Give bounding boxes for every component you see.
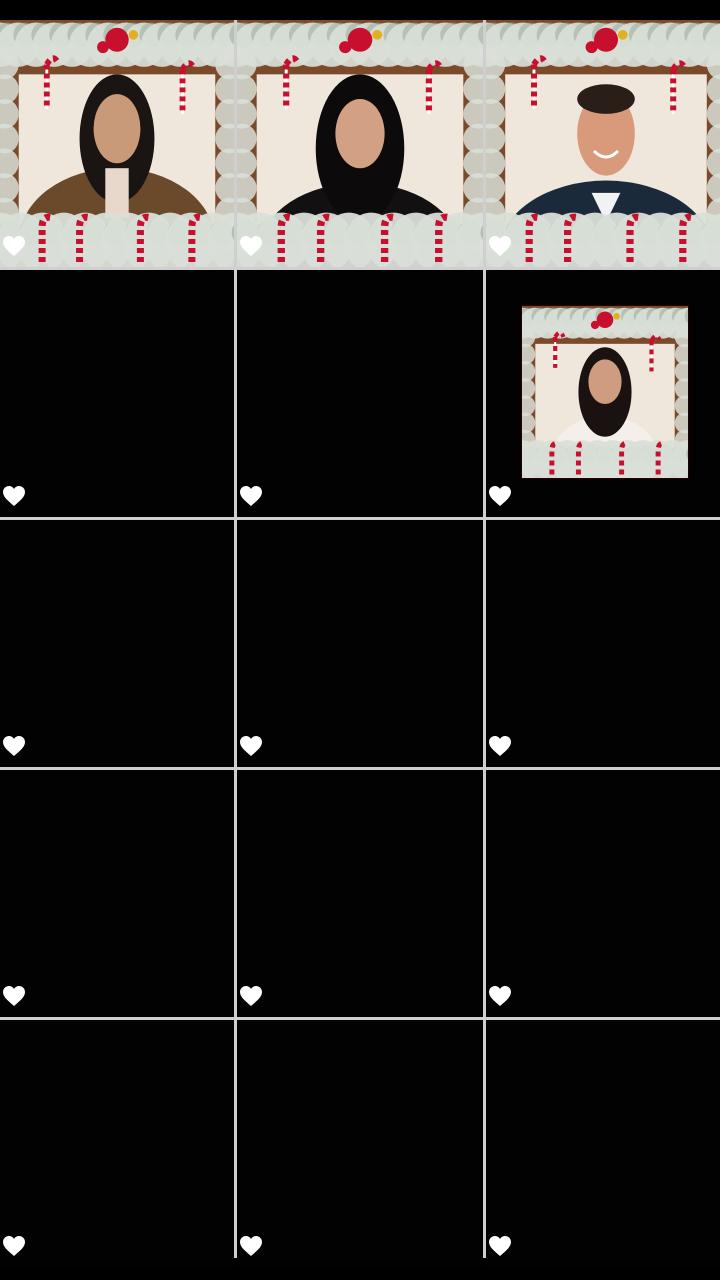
- grid-cell-9[interactable]: [486, 520, 720, 767]
- photo-girl-black-hair: [237, 20, 483, 267]
- heart-icon[interactable]: [2, 485, 26, 507]
- photo-woman-fur-coat: [0, 20, 234, 267]
- grid-cell-6[interactable]: [486, 270, 720, 517]
- grid-cell-8[interactable]: [237, 520, 483, 767]
- grid-cell-10[interactable]: [0, 770, 234, 1017]
- heart-icon[interactable]: [239, 985, 263, 1007]
- thumbnail-girl-white-dress[interactable]: [521, 305, 689, 479]
- grid-cell-7[interactable]: [0, 520, 234, 767]
- heart-icon[interactable]: [488, 235, 512, 257]
- photo-grid: [0, 20, 720, 1267]
- grid-cell-5[interactable]: [237, 270, 483, 517]
- grid-cell-4[interactable]: [0, 270, 234, 517]
- heart-icon[interactable]: [239, 235, 263, 257]
- grid-cell-3[interactable]: [486, 20, 720, 267]
- photo-collage-screen: [0, 0, 720, 1280]
- heart-icon[interactable]: [239, 485, 263, 507]
- grid-cell-2[interactable]: [237, 20, 483, 267]
- heart-icon[interactable]: [488, 985, 512, 1007]
- heart-icon[interactable]: [2, 735, 26, 757]
- grid-cell-15[interactable]: [486, 1020, 720, 1267]
- heart-icon[interactable]: [2, 235, 26, 257]
- grid-cell-14[interactable]: [237, 1020, 483, 1267]
- heart-icon[interactable]: [2, 1235, 26, 1257]
- heart-icon[interactable]: [488, 485, 512, 507]
- heart-icon[interactable]: [239, 1235, 263, 1257]
- grid-cell-13[interactable]: [0, 1020, 234, 1267]
- heart-icon[interactable]: [488, 735, 512, 757]
- heart-icon[interactable]: [239, 735, 263, 757]
- grid-cell-1[interactable]: [0, 20, 234, 267]
- grid-cell-11[interactable]: [237, 770, 483, 1017]
- heart-icon[interactable]: [2, 985, 26, 1007]
- heart-icon[interactable]: [488, 1235, 512, 1257]
- photo-man-smiling: [486, 20, 720, 267]
- grid-cell-12[interactable]: [486, 770, 720, 1017]
